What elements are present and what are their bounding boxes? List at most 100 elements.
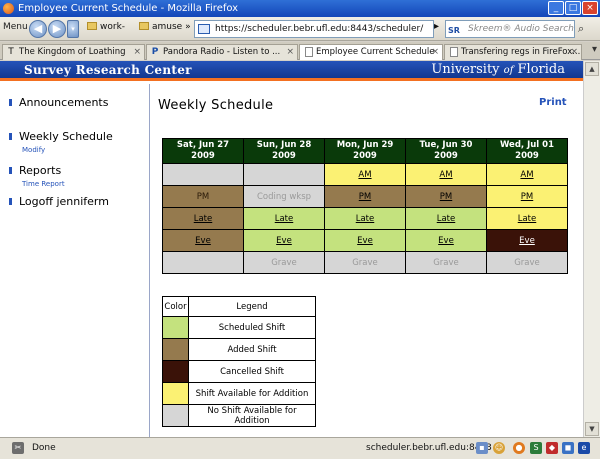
page-viewport: Survey Research Center University of Flo… bbox=[0, 61, 583, 437]
shift-link[interactable]: Eve bbox=[519, 236, 535, 246]
shift-link[interactable]: Late bbox=[194, 214, 213, 224]
shift-cell-available[interactable]: Late bbox=[486, 207, 568, 230]
tab-pandora-radio[interactable]: P Pandora Radio - Listen to ... × bbox=[146, 44, 298, 60]
day-year: 2009 bbox=[515, 151, 539, 161]
close-tab-icon[interactable]: × bbox=[431, 45, 439, 59]
search-input[interactable]: SR Skreem® Audio Search bbox=[445, 20, 575, 38]
shift-cell-added: PM bbox=[162, 185, 244, 208]
sidebar-item-logoff[interactable]: Logoff jenniferm bbox=[9, 195, 109, 208]
tab-transfering-regs[interactable]: Transfering regs in FireFox... × bbox=[444, 44, 582, 60]
forward-arrow-icon[interactable]: ▶ bbox=[48, 20, 66, 38]
tab-list-icon[interactable]: ▾ bbox=[592, 44, 597, 55]
shift-link[interactable]: AM bbox=[358, 170, 371, 180]
addon-red-icon[interactable]: ◆ bbox=[546, 442, 558, 454]
sidebar-subitem-time-report[interactable]: Time Report bbox=[22, 180, 65, 188]
bookmark-amuse[interactable]: amuse » bbox=[139, 22, 191, 32]
addon-blue-icon[interactable]: ◼ bbox=[562, 442, 574, 454]
smiley-icon[interactable]: ☺ bbox=[493, 442, 505, 454]
legend-label: Scheduled Shift bbox=[188, 316, 316, 339]
tab-page-icon bbox=[450, 47, 458, 57]
shift-cell-added[interactable]: PM bbox=[405, 185, 487, 208]
back-arrow-icon[interactable]: ◀ bbox=[29, 20, 47, 38]
firefox-icon bbox=[3, 3, 14, 14]
tab-employee-current-schedule[interactable]: Employee Current Schedule × bbox=[299, 44, 443, 60]
vertical-scrollbar[interactable]: ▲ ▼ bbox=[583, 61, 600, 437]
maximize-button[interactable]: □ bbox=[565, 1, 581, 15]
shift-link[interactable]: Eve bbox=[276, 236, 292, 246]
shift-link[interactable]: PM bbox=[521, 192, 533, 202]
shift-link[interactable]: Late bbox=[275, 214, 294, 224]
page-title: Weekly Schedule bbox=[158, 98, 274, 113]
schedule-body: AM AM AM PM Coding wksp PM PM PM Late Late Late Lat… bbox=[162, 163, 568, 274]
shift-link[interactable]: Eve bbox=[357, 236, 373, 246]
shift-cell-available[interactable]: AM bbox=[405, 163, 487, 186]
print-link[interactable]: Print bbox=[539, 97, 567, 108]
shift-cell-added[interactable]: Eve bbox=[162, 229, 244, 252]
search-go-icon[interactable]: ⌕ bbox=[578, 22, 584, 36]
shift-cell-none bbox=[162, 163, 244, 186]
addon-s-icon[interactable]: S bbox=[530, 442, 542, 454]
shift-cell-scheduled[interactable]: Late bbox=[405, 207, 487, 230]
sidebar: Announcements Weekly Schedule Modify Rep… bbox=[0, 84, 150, 437]
status-text: Done bbox=[32, 443, 56, 453]
shift-link[interactable]: Late bbox=[518, 214, 537, 224]
shift-cell-scheduled[interactable]: Late bbox=[324, 207, 406, 230]
close-window-button[interactable]: × bbox=[582, 1, 598, 15]
shift-cell-added[interactable]: PM bbox=[324, 185, 406, 208]
shift-link[interactable]: AM bbox=[520, 170, 533, 180]
firefox-addon-icon[interactable]: ● bbox=[513, 442, 525, 454]
legend-body: Scheduled Shift Added Shift Cancelled Shif… bbox=[162, 316, 316, 427]
shift-link[interactable]: Eve bbox=[195, 236, 211, 246]
shift-cell-none: Coding wksp bbox=[243, 185, 325, 208]
shift-cell-available[interactable]: AM bbox=[486, 163, 568, 186]
shift-cell-scheduled[interactable]: Eve bbox=[324, 229, 406, 252]
search-engine-icon[interactable]: SR bbox=[448, 23, 460, 37]
close-tab-icon[interactable]: × bbox=[286, 45, 294, 59]
tab-page-icon bbox=[305, 47, 313, 57]
scroll-up-icon[interactable]: ▲ bbox=[585, 62, 599, 76]
history-dropdown-icon[interactable]: ▾ bbox=[67, 20, 79, 38]
shift-link[interactable]: AM bbox=[439, 170, 452, 180]
folder-icon bbox=[87, 22, 97, 30]
shift-cell-none: Grave bbox=[486, 251, 568, 274]
lock-icon[interactable]: ▪ bbox=[476, 442, 488, 454]
shift-cell-available[interactable]: PM bbox=[486, 185, 568, 208]
shift-cell-cancelled[interactable]: Eve bbox=[486, 229, 568, 252]
legend-label: No Shift Available for Addition bbox=[188, 404, 316, 427]
status-tools-icon[interactable]: ✂ bbox=[12, 442, 24, 454]
legend-swatch-available bbox=[162, 382, 189, 405]
shift-link[interactable]: PM bbox=[359, 192, 371, 202]
legend-row: Shift Available for Addition bbox=[162, 382, 316, 405]
shift-cell-scheduled[interactable]: Eve bbox=[405, 229, 487, 252]
shift-cell-scheduled[interactable]: Late bbox=[243, 207, 325, 230]
shift-link[interactable]: Late bbox=[356, 214, 375, 224]
shift-link[interactable]: Eve bbox=[438, 236, 454, 246]
day-date: Mon, Jun 29 bbox=[336, 140, 394, 150]
close-tab-icon[interactable]: × bbox=[570, 45, 578, 59]
close-tab-icon[interactable]: × bbox=[133, 45, 141, 59]
shift-link[interactable]: PM bbox=[440, 192, 452, 202]
addon-ie-icon[interactable]: e bbox=[578, 442, 590, 454]
minimize-button[interactable]: _ bbox=[548, 1, 564, 15]
tab-kingdom-of-loathing[interactable]: T The Kingdom of Loathing × bbox=[2, 44, 145, 60]
shift-label: Grave bbox=[352, 257, 378, 268]
sidebar-subitem-modify[interactable]: Modify bbox=[22, 146, 45, 154]
tab-strip: T The Kingdom of Loathing × P Pandora Ra… bbox=[0, 42, 600, 60]
scroll-down-icon[interactable]: ▼ bbox=[585, 422, 599, 436]
schedule-header-row: Sat, Jun 27 2009 Sun, Jun 28 2009 Mon, Jun 2… bbox=[162, 138, 568, 164]
bullet-icon bbox=[9, 167, 16, 174]
sidebar-item-announcements[interactable]: Announcements bbox=[9, 96, 108, 109]
sidebar-item-weekly-schedule[interactable]: Weekly Schedule bbox=[9, 130, 113, 143]
sidebar-item-reports[interactable]: Reports bbox=[9, 164, 61, 177]
shift-link[interactable]: Late bbox=[437, 214, 456, 224]
navigation-toolbar: Menu ◀ ▶ ▾ work- amuse » https://schedul… bbox=[0, 17, 600, 41]
shift-cell-added[interactable]: Late bbox=[162, 207, 244, 230]
shift-cell-scheduled[interactable]: Eve bbox=[243, 229, 325, 252]
menu-button[interactable]: Menu bbox=[3, 22, 28, 32]
go-arrow-icon[interactable]: ▸ bbox=[434, 21, 439, 32]
bookmark-work[interactable]: work- bbox=[87, 22, 125, 32]
bullet-icon bbox=[9, 133, 16, 140]
legend-label: Added Shift bbox=[188, 338, 316, 361]
shift-cell-available[interactable]: AM bbox=[324, 163, 406, 186]
url-input[interactable]: https://scheduler.bebr.ufl.edu:8443/sche… bbox=[194, 20, 434, 38]
